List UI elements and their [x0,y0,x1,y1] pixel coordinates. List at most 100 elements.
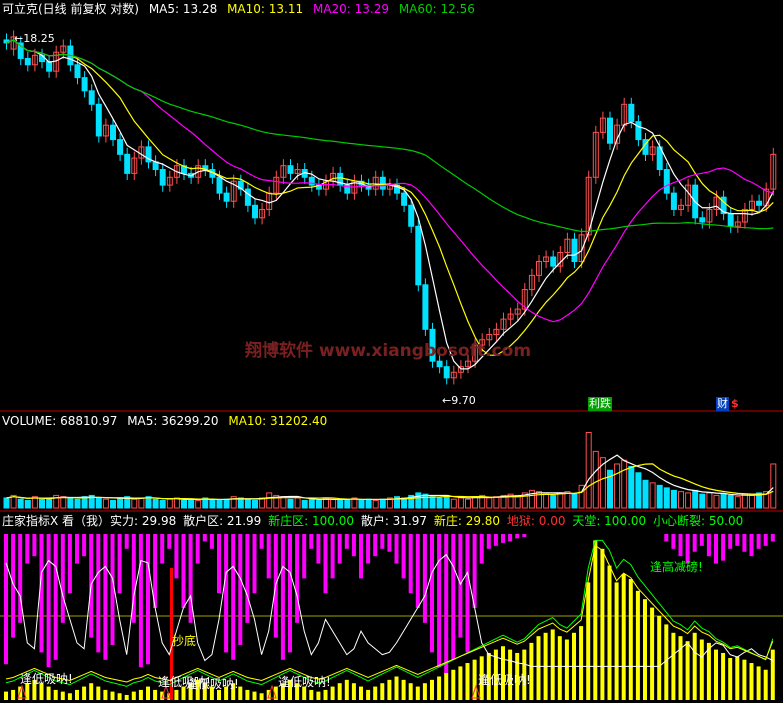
volume-bar [46,497,53,509]
sanhu-bar [749,534,754,557]
volume-bar [457,497,464,509]
sanhu-bar [415,534,420,608]
zhuang-bar [699,639,704,700]
sell-signal-label: 逢高减磅! [650,560,703,574]
zhuang-bar [366,689,371,700]
volume-bar [592,450,599,509]
candle-body [607,117,613,144]
sanhu-bar [75,534,79,564]
sanhu-bar [515,534,520,539]
zhuang-bar [82,686,87,700]
candle-body [408,204,415,227]
candle-body [415,225,422,286]
diyu-readout: 地狱: 0.00 [506,514,566,528]
volume-bar [720,493,727,509]
volume-bar [557,492,564,509]
sanhu-bar [323,534,328,594]
sanhu-bar [706,534,711,557]
event-marker-drop[interactable]: 利跌 [588,397,612,411]
low-price-label: ←9.70 [442,394,476,407]
volume-ma10-readout: MA10: 31202.40 [228,414,328,428]
zhuang-bar [685,641,690,700]
sanhu-bar [266,534,271,579]
candle-body [124,153,131,174]
event-marker-dollar[interactable]: $ [731,397,739,411]
sanhu-bar [174,534,179,579]
volume-bar [670,489,677,509]
volume-bar [472,496,479,509]
candle-body [110,124,116,141]
zhuang-bar [536,636,541,700]
sanhu-bar [82,534,87,557]
sanhu-bar [32,534,37,557]
volume-bar [39,498,45,509]
candle-body [88,90,95,105]
candle-body [287,165,294,174]
sanhu-bar [422,534,427,623]
candle-body [756,200,763,206]
event-marker-finance[interactable]: 财 [716,397,729,411]
zhuang-bar [11,689,16,700]
zhuang-bar [728,658,733,700]
zhuang-bar [138,689,143,700]
zhuang-bar [259,693,264,700]
xinzhuang-qu-readout: 新庄区: 100.00 [268,514,354,528]
zhuang-bar [245,689,250,700]
volume-bar [422,493,429,509]
volume-bar [734,496,741,509]
stock-title[interactable]: 可立克(日线 前复权 对数) [2,2,139,16]
zhuang-bar [117,693,122,700]
volume-bar [287,498,294,509]
volume-bar [727,494,734,509]
buy-signal-label-3: 逢低吸呐! [186,677,239,691]
sanhu-bar [25,534,30,564]
sanhu-bar [195,534,200,564]
sanhu-bar [146,534,150,665]
zhuang-bar [628,579,633,700]
volume-bar [443,494,450,509]
sanhu-bar [351,534,356,557]
sanhu-bar [664,534,669,542]
zhuang-bar [657,616,662,700]
volume-bar [266,492,273,509]
candle-body [628,103,635,123]
sanhu-bar [117,534,122,594]
candle-body [159,169,166,186]
zhuang-bar [444,673,449,700]
sanhu-bar [330,534,335,579]
candle-body [117,139,124,155]
sanhu-bar [138,534,143,668]
zhuang-bar [671,632,676,700]
zhuang-bar [89,683,94,700]
volume-bar [614,463,621,509]
zhuang-bar [586,582,591,700]
volume-bar [159,499,166,509]
zhuang-bar [600,548,605,700]
sanhu-qu-readout: 散户区: 21.99 [183,514,262,528]
volume-bar [486,497,493,509]
buy-signal-label-1: 逢低吸呐! [20,672,73,686]
zhuang-bar [75,689,79,700]
volume-bar [67,497,74,509]
sanhu-bar [53,534,58,660]
volume-bar [3,497,10,509]
sanhu-bar [4,534,8,665]
volume-bar [60,496,67,509]
zhuang-bar [756,666,761,700]
stock-chart-screen: 可立克(日线 前复权 对数) MA5: 13.28 MA10: 13.11 MA… [0,0,783,703]
xiaoxin-readout: 小心断裂: 50.00 [653,514,744,528]
sanhu-bar [692,534,697,552]
sanhu-bar [202,534,207,542]
sanhu-bar [337,534,342,564]
sanhu-bar [479,534,484,564]
volume-bar [102,498,109,509]
candle-body [74,64,81,79]
sanhu-bar [770,534,775,542]
ma10-readout: MA10: 13.11 [227,2,304,16]
volume-bar [131,498,138,509]
sanhu-bar [259,534,264,549]
sanhu-bar [671,534,676,549]
volume-bar [621,459,628,509]
volume-bar [713,494,720,509]
zhuang-bar [124,694,129,700]
